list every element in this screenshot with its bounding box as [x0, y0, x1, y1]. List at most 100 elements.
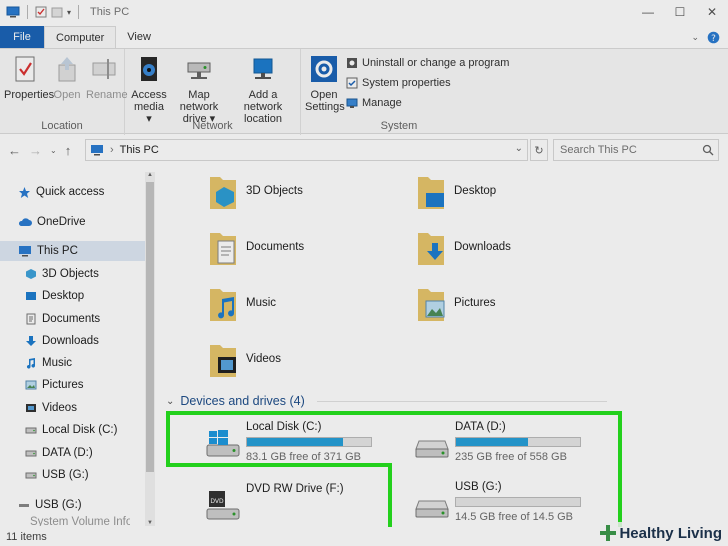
separator	[78, 5, 80, 19]
drive-dvd-rw-f[interactable]: DVD DVD RW Drive (F:)	[204, 479, 414, 531]
sidebar-scrollbar[interactable]: ▲ ▼	[145, 172, 155, 526]
rename-button[interactable]: Rename	[86, 55, 128, 101]
cloud-icon	[18, 218, 32, 226]
map-network-drive-button[interactable]: Map network drive ▾	[169, 55, 229, 125]
scroll-down-icon[interactable]: ▼	[145, 520, 155, 526]
rename-icon	[92, 59, 116, 79]
open-button[interactable]: Open	[52, 55, 82, 101]
maximize-button[interactable]: ☐	[664, 0, 696, 24]
help-icon[interactable]: ?	[707, 31, 720, 44]
close-button[interactable]: ✕	[696, 0, 728, 24]
drive-icon	[25, 472, 37, 479]
drive-usb-g[interactable]: USB (G:) 14.5 GB free of 14.5 GB	[413, 479, 623, 531]
chevron-down-icon[interactable]: ⌄	[166, 396, 174, 407]
folder-music[interactable]: Music	[208, 283, 276, 323]
sidebar-item-data-d[interactable]: DATA (D:)	[0, 443, 130, 463]
sidebar-item-usb-g-root[interactable]: USB (G:)	[0, 495, 130, 515]
recent-locations-icon[interactable]: ⌄	[50, 146, 57, 155]
uninstall-program-button[interactable]: Uninstall or change a program	[346, 57, 509, 69]
forward-arrow-icon[interactable]: →	[29, 143, 42, 158]
sidebar-item-downloads[interactable]: Downloads	[0, 331, 130, 351]
folder-pictures[interactable]: Pictures	[416, 283, 496, 323]
drive-local-disk-c[interactable]: Local Disk (C:) 83.1 GB free of 371 GB	[204, 419, 414, 471]
customize-quick-access-icon[interactable]: ▾	[67, 8, 71, 17]
properties-button[interactable]: Properties	[4, 55, 55, 101]
picture-icon	[25, 380, 37, 390]
address-dropdown-icon[interactable]: ⌄	[515, 143, 523, 154]
chevron-down-icon[interactable]: ⌄	[691, 32, 699, 43]
breadcrumb-separator-icon: ›	[110, 144, 114, 156]
devices-and-drives-header[interactable]: ⌄ Devices and drives (4)	[166, 394, 607, 408]
sidebar-item-quick-access[interactable]: Quick access	[0, 182, 140, 202]
sidebar-item-pictures[interactable]: Pictures	[0, 375, 130, 395]
ribbon-group-location: Properties Open Rename Location	[0, 49, 128, 135]
folder-label: Documents	[246, 241, 305, 253]
drive-data-d[interactable]: DATA (D:) 235 GB free of 558 GB	[413, 419, 623, 471]
window-title: This PC	[90, 6, 130, 18]
folder-videos[interactable]: Videos	[208, 339, 281, 379]
network-drive-icon	[187, 62, 211, 79]
folder-3d-objects[interactable]: 3D Objects	[208, 171, 303, 211]
system-properties-button[interactable]: System properties	[346, 77, 451, 89]
drive-icon	[25, 450, 37, 457]
sidebar-item-this-pc[interactable]: This PC	[0, 241, 145, 261]
scrollbar-thumb[interactable]	[146, 182, 154, 472]
watermark: Healthy Living	[595, 522, 726, 544]
sidebar-item-label: Downloads	[42, 335, 99, 347]
new-folder-quick-icon[interactable]	[51, 6, 63, 18]
drive-icon	[25, 427, 37, 434]
folder-documents[interactable]: Documents	[208, 227, 304, 267]
properties-label: Properties	[4, 89, 55, 101]
ribbon: Properties Open Rename Location Access m…	[0, 48, 728, 135]
plus-icon	[600, 525, 617, 541]
section-divider	[316, 400, 607, 402]
sidebar-item-usb-g[interactable]: USB (G:)	[0, 465, 130, 485]
address-bar[interactable]: › This PC ⌄	[85, 139, 528, 161]
sidebar-item-3d-objects[interactable]: 3D Objects	[0, 264, 130, 284]
sidebar-item-label: DATA (D:)	[42, 447, 93, 459]
access-media-button[interactable]: Access media ▾	[131, 55, 167, 125]
tab-view[interactable]: View	[116, 26, 162, 48]
desktop-folder-icon	[418, 177, 444, 209]
sidebar-item-label: USB (G:)	[42, 469, 89, 481]
svg-text:DVD: DVD	[210, 498, 224, 505]
open-label: Open	[53, 89, 81, 101]
back-arrow-icon[interactable]: ←	[8, 143, 21, 158]
properties-quick-icon[interactable]	[35, 6, 47, 18]
drive-free-space: 83.1 GB free of 371 GB	[246, 451, 361, 463]
refresh-button[interactable]: ↻	[530, 139, 548, 161]
computer-icon	[6, 6, 20, 18]
tab-file[interactable]: File	[0, 26, 44, 48]
sidebar-item-system-volume-information[interactable]: System Volume Information	[0, 516, 130, 526]
open-settings-button[interactable]: Open Settings	[305, 55, 345, 113]
folder-label: 3D Objects	[246, 185, 303, 197]
minimize-button[interactable]: —	[632, 0, 664, 24]
tab-computer[interactable]: Computer	[44, 26, 117, 48]
pictures-folder-icon	[418, 289, 445, 321]
sidebar-item-label: Videos	[42, 402, 77, 414]
up-arrow-icon[interactable]: ↑	[65, 143, 72, 158]
breadcrumb-this-pc[interactable]: This PC	[120, 144, 159, 156]
sidebar-item-videos[interactable]: Videos	[0, 398, 130, 418]
navigation-pane: Quick access OneDrive This PC 3D Objects…	[0, 172, 155, 526]
add-network-location-button[interactable]: Add a network location	[229, 55, 297, 125]
scroll-up-icon[interactable]: ▲	[145, 172, 155, 178]
folder-downloads[interactable]: Downloads	[416, 227, 511, 267]
drive-usage-bar	[455, 497, 581, 507]
media-icon	[141, 57, 157, 81]
sidebar-item-music[interactable]: Music	[0, 353, 130, 373]
manage-button[interactable]: Manage	[346, 97, 402, 109]
downloads-folder-icon	[418, 233, 444, 265]
download-icon	[26, 336, 36, 346]
rename-label: Rename	[86, 89, 128, 101]
sidebar-item-onedrive[interactable]: OneDrive	[0, 212, 140, 232]
sidebar-item-desktop[interactable]: Desktop	[0, 286, 130, 306]
sidebar-item-label: Music	[42, 357, 73, 369]
search-input[interactable]: Search This PC	[553, 139, 719, 161]
separator	[27, 5, 28, 19]
sidebar-item-local-disk-c[interactable]: Local Disk (C:)	[0, 420, 130, 440]
folder-desktop[interactable]: Desktop	[416, 171, 496, 211]
windows-drive-icon	[206, 430, 240, 457]
gear-icon	[311, 56, 337, 82]
sidebar-item-documents[interactable]: Documents	[0, 309, 130, 329]
